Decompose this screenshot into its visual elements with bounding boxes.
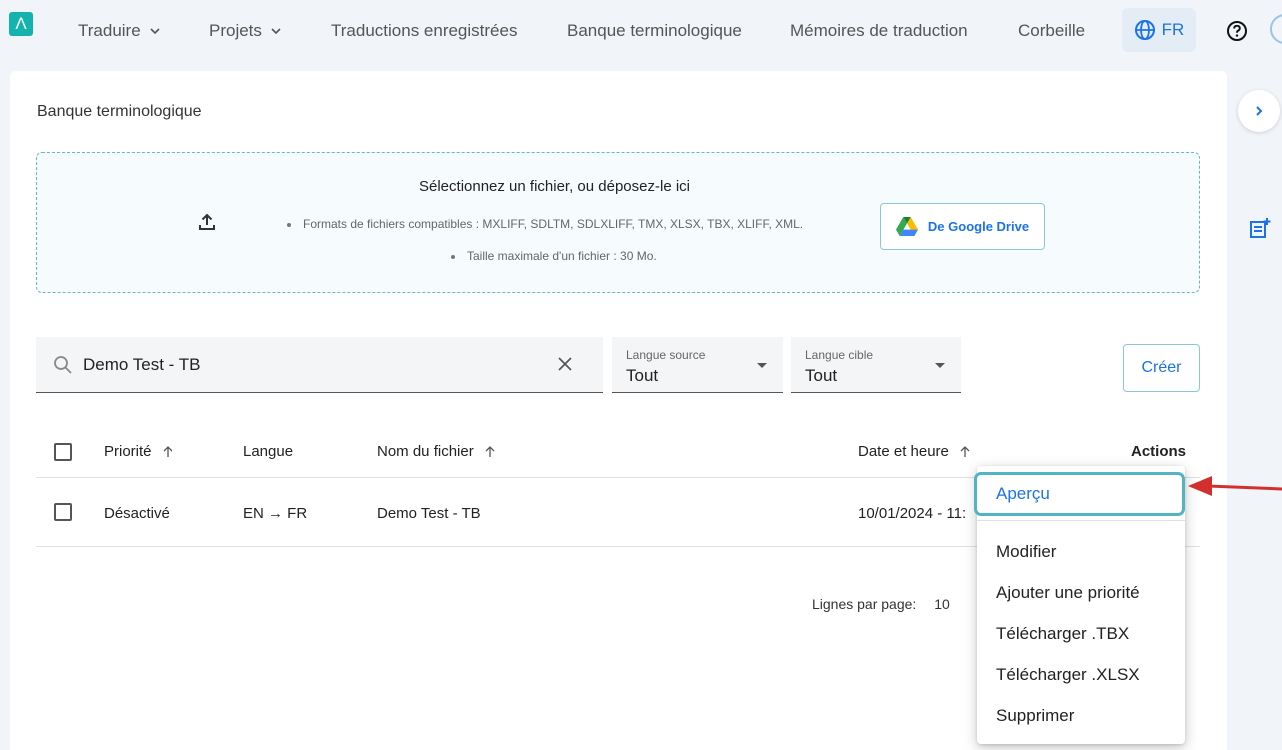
nav-trash[interactable]: Corbeille [1018, 21, 1085, 41]
sort-arrow-icon [485, 446, 495, 457]
chevron-down-icon [271, 28, 281, 35]
nav-translation-memories[interactable]: Mémoires de traduction [790, 21, 968, 41]
column-header-priority[interactable]: Priorité [104, 443, 174, 460]
side-panel-toggle[interactable] [1238, 90, 1280, 132]
upload-icon [199, 213, 215, 230]
app-logo[interactable]: Λ [9, 12, 33, 36]
dropzone-max-size: Taille maximale d'un fichier : 30 Mo. [451, 249, 657, 263]
rows-per-page-label: Lignes par page: [812, 596, 917, 612]
target-language-select[interactable]: Langue cible Tout [791, 337, 961, 393]
dropdown-arrow-icon [935, 363, 945, 368]
nav-projets[interactable]: Projets [209, 21, 282, 41]
add-note-icon[interactable] [1249, 217, 1271, 239]
row-priority: Désactivé [104, 505, 170, 522]
google-drive-label: De Google Drive [927, 219, 1030, 234]
nav-projets-label: Projets [209, 21, 262, 40]
priority-header-label: Priorité [104, 443, 152, 460]
source-language-value: Tout [626, 366, 659, 385]
menu-item-add-priority[interactable]: Ajouter une priorité [977, 573, 1185, 613]
formats-text: Formats de fichiers compatibles : MXLIFF… [303, 217, 804, 231]
google-drive-icon [895, 217, 918, 236]
column-header-language: Langue [243, 443, 294, 460]
google-drive-button[interactable]: De Google Drive [880, 203, 1045, 250]
search-field[interactable] [36, 337, 603, 393]
menu-item-preview[interactable]: Aperçu [974, 472, 1185, 516]
row-datetime: 10/01/2024 - 11: [858, 505, 967, 522]
nav-saved-translations[interactable]: Traductions enregistrées [331, 21, 517, 41]
menu-item-delete[interactable]: Supprimer [977, 696, 1185, 736]
source-language-label: Langue source [626, 348, 706, 362]
sort-arrow-icon [163, 446, 172, 457]
column-header-datetime[interactable]: Date et heure [858, 443, 971, 460]
annotation-arrow-icon [1188, 476, 1282, 496]
select-all-checkbox[interactable] [54, 443, 72, 461]
globe-icon [1134, 20, 1155, 40]
max-size-text: Taille maximale d'un fichier : 30 Mo. [467, 249, 657, 263]
dropzone-formats: Formats de fichiers compatibles : MXLIFF… [287, 217, 803, 231]
rows-per-page-select[interactable]: 10 [934, 596, 950, 612]
help-icon[interactable] [1226, 20, 1248, 42]
target-language-label: Langue cible [805, 348, 874, 362]
row-checkbox[interactable] [54, 503, 72, 521]
actions-menu: Aperçu Modifier Ajouter une priorité Tél… [974, 466, 1185, 744]
row-filename[interactable]: Demo Test - TB [377, 505, 481, 522]
nav-traduire[interactable]: Traduire [78, 21, 161, 41]
language-selector[interactable]: FR [1122, 8, 1196, 52]
menu-divider [977, 520, 1185, 521]
nav-term-bank[interactable]: Banque terminologique [567, 21, 742, 41]
search-icon [54, 355, 72, 374]
chevron-right-icon [1256, 106, 1263, 116]
datetime-header-label: Date et heure [858, 443, 949, 460]
search-input[interactable] [83, 354, 533, 375]
source-language-select[interactable]: Langue source Tout [612, 337, 783, 393]
dropdown-arrow-icon [757, 363, 767, 368]
dropzone-title: Sélectionnez un fichier, ou déposez-le i… [419, 178, 690, 195]
row-language: EN → FR [243, 505, 308, 522]
nav-traduire-label: Traduire [78, 21, 141, 40]
page-title: Banque terminologique [37, 103, 202, 120]
top-navigation: Λ Traduire Projets Traductions enregistr… [0, 0, 1282, 64]
language-code: FR [1161, 20, 1185, 39]
sort-arrow-icon [960, 446, 970, 457]
file-dropzone[interactable]: Sélectionnez un fichier, ou déposez-le i… [36, 152, 1200, 293]
create-button[interactable]: Créer [1123, 344, 1200, 392]
target-language-value: Tout [805, 366, 838, 385]
filename-header-label: Nom du fichier [377, 443, 474, 460]
menu-item-download-tbx[interactable]: Télécharger .TBX [977, 614, 1185, 654]
chevron-down-icon [150, 28, 160, 35]
rows-per-page: Lignes par page: 10 [812, 596, 950, 612]
menu-item-edit[interactable]: Modifier [977, 532, 1185, 572]
column-header-actions: Actions [1131, 443, 1187, 460]
column-header-filename[interactable]: Nom du fichier [377, 443, 496, 460]
clear-icon[interactable] [557, 356, 573, 372]
avatar[interactable] [1270, 14, 1282, 44]
menu-item-download-xlsx[interactable]: Télécharger .XLSX [977, 655, 1185, 695]
